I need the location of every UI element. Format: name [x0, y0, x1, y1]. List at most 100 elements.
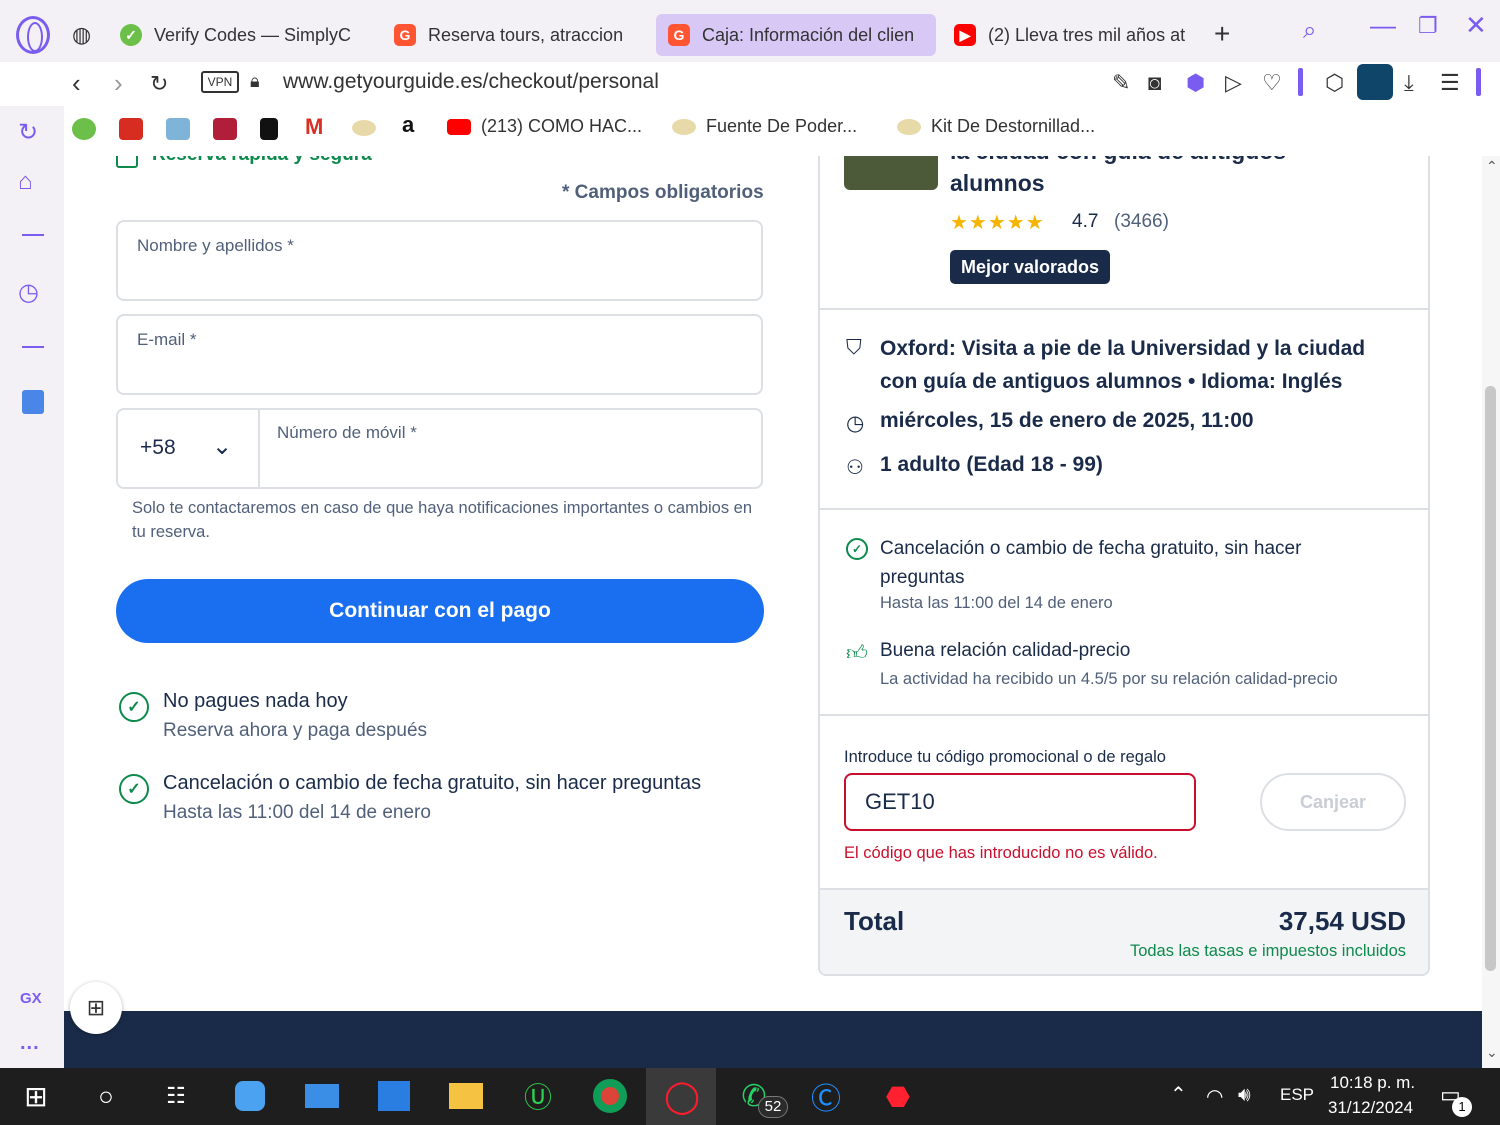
scroll-down-icon[interactable]: ⌄ [1486, 1044, 1498, 1061]
bookmark-plate-icon[interactable] [352, 120, 376, 136]
windows-start-icon[interactable]: ⊞ [16, 1076, 56, 1116]
tour-title-partial[interactable]: la ciudad con guía de antiguos [950, 156, 1286, 165]
continue-to-payment-button[interactable]: Continuar con el pago [116, 579, 764, 643]
task-view-icon[interactable]: ☷ [156, 1076, 196, 1116]
ticket-icon: ⛉ [846, 336, 862, 359]
email-field[interactable] [116, 314, 763, 395]
bookmark-plate-icon [897, 118, 921, 135]
extension-icon[interactable] [1357, 64, 1393, 100]
amazon-icon[interactable]: a [402, 112, 414, 138]
translate-icon[interactable] [22, 390, 44, 414]
aria-icon[interactable]: ↻ [18, 118, 38, 147]
promo-code-input[interactable]: GET10 [844, 773, 1196, 831]
copilot-icon[interactable] [230, 1076, 270, 1116]
clock-icon: ◷ [846, 412, 865, 435]
benefit-title: Cancelación o cambio de fecha gratuito, … [163, 772, 702, 794]
bookmark-kit[interactable]: Kit De Destornillad... [897, 116, 1095, 137]
lock-icon[interactable]: 🔒︎ [250, 71, 260, 92]
bookmark-cube-icon[interactable] [213, 118, 237, 140]
opera-gx-icon[interactable]: ◯ [662, 1076, 702, 1116]
phone-input[interactable] [260, 410, 761, 487]
menu-icon[interactable]: ☰ [1440, 70, 1460, 96]
store-icon[interactable] [374, 1076, 414, 1116]
wifi-icon[interactable]: ◠ [1206, 1084, 1223, 1109]
security-app-icon[interactable]: ⬣ [878, 1076, 918, 1116]
tab-label: (2) Lleva tres mil años at [988, 24, 1186, 45]
scrollbar-thumb[interactable] [1485, 386, 1496, 971]
search-tabs-icon[interactable]: ⌕ [1303, 17, 1316, 45]
benefit-item: ✓ [119, 774, 149, 804]
heart-icon[interactable]: ♡ [1262, 70, 1282, 96]
page-scrollbar[interactable]: ⌃ ⌄ [1482, 156, 1500, 1068]
bookmark-doc-icon[interactable] [260, 118, 278, 140]
chevron-up-icon[interactable]: ⌃ [1170, 1082, 1187, 1107]
tour-thumbnail[interactable] [844, 156, 938, 190]
forward-icon[interactable]: › [114, 68, 123, 99]
edit-icon[interactable]: ✎ [1112, 70, 1130, 96]
gmail-icon[interactable]: M [305, 114, 323, 140]
restore-icon[interactable]: ❐ [1418, 13, 1438, 39]
new-tab-icon[interactable]: + [1214, 18, 1230, 50]
activity-name: Oxford: Visita a pie de la Universidad y… [880, 337, 1366, 393]
globe-icon[interactable]: ◍ [72, 22, 91, 48]
volume-icon[interactable]: 🔊︎ [1238, 1084, 1251, 1107]
review-count: (3466) [1114, 211, 1169, 232]
tab-reserva-tours[interactable]: G Reserva tours, atraccion [394, 14, 634, 56]
file-explorer-icon[interactable] [446, 1076, 486, 1116]
history-icon[interactable]: ◷ [18, 278, 39, 307]
camera-icon[interactable]: ◙ [1148, 70, 1161, 96]
thumbs-up-icon: 👍︎ [846, 642, 868, 665]
gx-label[interactable]: GX [20, 990, 42, 1007]
tour-title[interactable]: alumnos [950, 170, 1045, 197]
bookmark-app-icon[interactable] [166, 118, 190, 140]
back-icon[interactable]: ‹ [72, 68, 81, 99]
bookmark-shein-icon[interactable] [119, 118, 143, 140]
tab-caja-active[interactable]: G Caja: Información del clien [656, 14, 936, 56]
search-circle-icon[interactable]: ○ [86, 1076, 126, 1116]
cleaner-icon[interactable]: ⌂ [18, 168, 33, 196]
clock-date[interactable]: 31/12/2024 [1328, 1098, 1413, 1118]
close-icon[interactable]: ✕ [1465, 10, 1487, 41]
secure-booking-heading: Reserva rápida y segura [152, 156, 372, 166]
download-icon[interactable]: ⤓ [1404, 70, 1414, 96]
bookmark-youtube[interactable]: (213) COMO HAC... [447, 116, 642, 137]
tab-verify-codes[interactable]: ✓ Verify Codes — SimplyC [120, 14, 365, 56]
free-cancel-feature: ✓ [846, 538, 868, 560]
vpn-badge[interactable]: VPN [201, 71, 239, 93]
promo-label: Introduce tu código promocional o de reg… [844, 748, 1166, 766]
bookmark-fuente[interactable]: Fuente De Poder... [672, 116, 857, 137]
minimize-icon[interactable]: — [1370, 10, 1396, 41]
shield-icon[interactable]: ⬢ [1186, 70, 1205, 96]
country-code-select[interactable]: +58 ⌄ [118, 410, 258, 487]
opera-menu-icon[interactable] [16, 16, 50, 54]
sidebar-divider [22, 234, 44, 236]
language-indicator[interactable]: ESP [1280, 1085, 1314, 1105]
name-field[interactable] [116, 220, 763, 301]
chrome-icon[interactable] [590, 1076, 630, 1116]
apps-icon[interactable]: ⊞ [70, 982, 122, 1034]
send-icon[interactable]: ▷ [1225, 70, 1242, 96]
divider [820, 714, 1428, 716]
opera-sidebar: ↻ ⌂ ◷ GX ... [0, 106, 64, 1068]
url-field[interactable]: www.getyourguide.es/checkout/personal [283, 70, 659, 94]
redeem-button[interactable]: Canjear [1260, 773, 1406, 831]
upwork-icon[interactable]: Ⓤ [518, 1076, 558, 1116]
c-app-icon[interactable]: Ⓒ [806, 1076, 846, 1116]
benefit-item: ✓ [119, 692, 149, 722]
email-field-label: E-mail * [137, 330, 197, 349]
tab-youtube[interactable]: ▶ (2) Lleva tres mil años at [954, 14, 1194, 56]
feature-title: Buena relación calidad-precio [880, 640, 1131, 661]
toolbar-divider [1298, 68, 1303, 96]
bookmark-verify-icon[interactable] [72, 118, 96, 140]
reload-icon[interactable]: ↻ [150, 71, 168, 97]
clock-time[interactable]: 10:18 p. m. [1330, 1073, 1415, 1093]
contact-note: Solo te contactaremos en caso de que hay… [132, 499, 753, 541]
promo-error: El código que has introducido no es váli… [844, 844, 1158, 862]
more-icon[interactable]: ... [20, 1032, 40, 1055]
toolbar-divider [1476, 68, 1481, 96]
scroll-up-icon[interactable]: ⌃ [1486, 158, 1498, 175]
participants: 1 adulto (Edad 18 - 99) [880, 453, 1103, 476]
sidebar-divider [22, 346, 44, 348]
mail-icon[interactable] [302, 1076, 342, 1116]
box-icon[interactable]: ⬡ [1325, 70, 1344, 96]
